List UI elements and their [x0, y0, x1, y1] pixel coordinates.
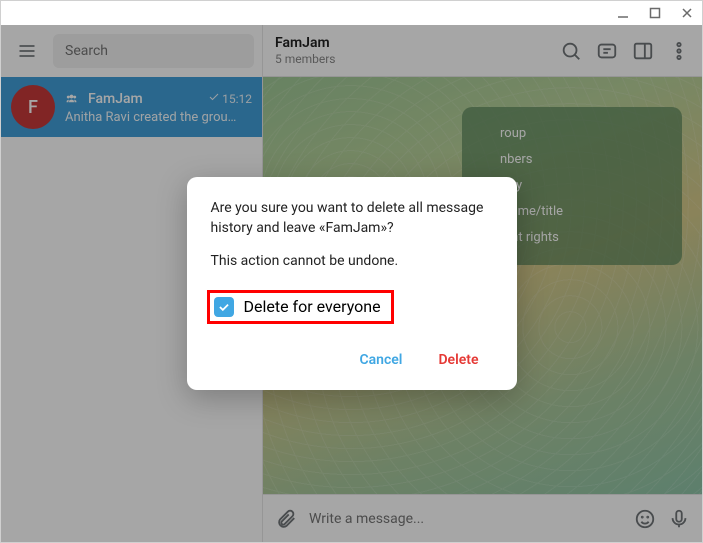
- window-maximize-button[interactable]: [648, 6, 662, 20]
- dialog-message: Are you sure you want to delete all mess…: [211, 199, 493, 238]
- delete-for-everyone-checkbox[interactable]: [214, 297, 234, 317]
- delete-for-everyone-row[interactable]: Delete for everyone: [207, 290, 394, 324]
- delete-dialog: Are you sure you want to delete all mess…: [187, 177, 517, 390]
- modal-overlay[interactable]: Are you sure you want to delete all mess…: [1, 25, 702, 542]
- window-close-button[interactable]: [680, 6, 694, 20]
- dialog-warning: This action cannot be undone.: [211, 252, 493, 272]
- window-titlebar: [1, 1, 702, 25]
- cancel-button[interactable]: Cancel: [345, 344, 416, 376]
- checkbox-label: Delete for everyone: [244, 297, 381, 316]
- delete-button[interactable]: Delete: [424, 344, 492, 376]
- window-minimize-button[interactable]: [616, 6, 630, 20]
